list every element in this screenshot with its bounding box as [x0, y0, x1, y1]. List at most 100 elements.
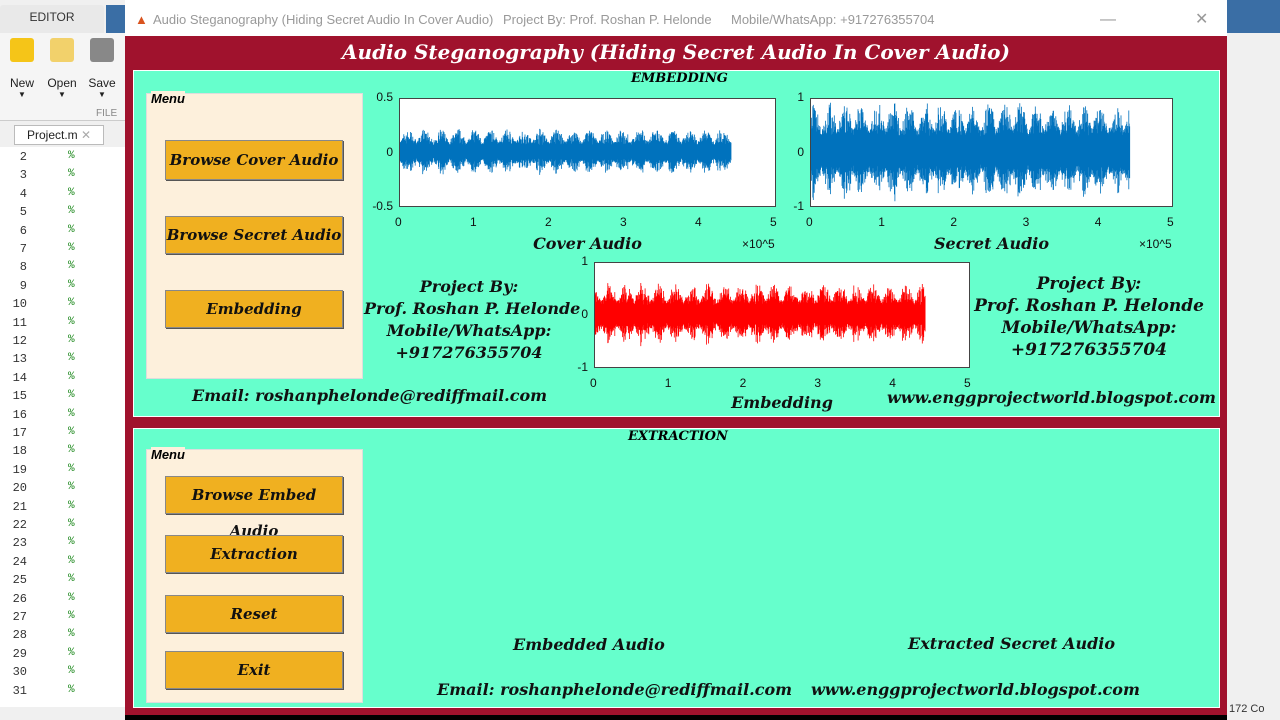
- line-number: 25: [12, 573, 27, 588]
- line-number: 2: [19, 150, 27, 164]
- x-tick-label: 4: [889, 376, 896, 390]
- x-tick-label: 5: [964, 376, 971, 390]
- embedding-plot: [594, 262, 970, 368]
- file-tab[interactable]: Project.m ✕: [14, 125, 104, 145]
- code-comment: %: [68, 573, 75, 586]
- code-comment: %: [68, 481, 75, 494]
- line-number: 21: [12, 499, 27, 514]
- extraction-menu: Menu Browse Embed Audio Extraction Reset…: [146, 447, 363, 703]
- x-tick-label: 0: [590, 376, 597, 390]
- reset-button[interactable]: Reset: [165, 595, 343, 633]
- line-number: 18: [12, 444, 27, 459]
- line-number: 22: [12, 518, 27, 532]
- line-number: 19: [12, 462, 27, 477]
- x-axis-label: Embedding: [731, 393, 833, 412]
- x-tick-label: 4: [695, 215, 702, 229]
- save-button[interactable]: Save ▼: [84, 38, 120, 100]
- open-button[interactable]: Open ▼: [44, 38, 80, 100]
- y-tick-label: -1: [577, 360, 588, 374]
- code-comment: %: [68, 223, 75, 236]
- code-comment: %: [68, 186, 75, 199]
- line-number: 17: [12, 426, 27, 440]
- code-comment: %: [68, 518, 75, 530]
- matlab-background: 172 Co: [1227, 0, 1280, 720]
- code-comment: %: [68, 150, 75, 162]
- embedding-menu: Menu Browse Cover Audio Browse Secret Au…: [146, 91, 363, 379]
- code-gutter: 2% 3% 4% 5% 6% 7% 8% 9% 10% 11% 12% 13% 14% 15% 16% 17%…: [0, 147, 125, 707]
- matlab-icon: ▲: [135, 12, 148, 27]
- close-icon[interactable]: ✕: [81, 128, 91, 142]
- browse-embed-audio-button[interactable]: Browse Embed Audio: [165, 476, 343, 540]
- line-number: 11: [12, 315, 27, 330]
- minimize-button[interactable]: —: [1100, 0, 1116, 40]
- code-comment: %: [68, 462, 75, 475]
- x-tick-label: 2: [739, 376, 747, 390]
- plus-icon: [10, 38, 34, 62]
- embedding-button[interactable]: Embedding: [165, 290, 343, 328]
- panel-title: EXTRACTION: [625, 429, 731, 444]
- extraction-button[interactable]: Extraction: [165, 535, 343, 573]
- embedded-audio-label: Embedded Audio: [513, 635, 665, 654]
- x-tick-label: 2: [950, 215, 958, 229]
- y-tick-label: 0: [386, 144, 393, 159]
- x-axis-label: Cover Audio: [533, 234, 642, 253]
- line-number: 16: [12, 407, 27, 422]
- code-comment: %: [68, 536, 75, 549]
- code-comment: %: [68, 610, 75, 622]
- x-tick-label: 4: [1094, 215, 1102, 229]
- line-number: 26: [12, 591, 27, 606]
- code-comment: %: [68, 205, 75, 218]
- window-project: Project By: Prof. Roshan P. Helonde: [503, 12, 712, 27]
- line-number: 28: [12, 628, 27, 643]
- new-button[interactable]: New ▼: [4, 38, 40, 100]
- line-number: 30: [12, 665, 27, 680]
- exit-button[interactable]: Exit: [165, 651, 343, 689]
- code-comment: %: [68, 242, 75, 254]
- code-comment: %: [68, 278, 75, 291]
- code-comment: %: [68, 352, 75, 365]
- folder-icon: [50, 38, 74, 62]
- x-tick-label: 3: [814, 376, 822, 390]
- y-tick-label: 1: [581, 254, 588, 268]
- waveform-line: [400, 128, 732, 175]
- line-number: 8: [19, 260, 27, 275]
- x-tick-label: 1: [878, 215, 885, 229]
- code-comment: %: [68, 646, 75, 659]
- y-tick-label: 0: [581, 307, 588, 321]
- line-number: 20: [12, 481, 27, 496]
- browse-secret-audio-button[interactable]: Browse Secret Audio: [165, 216, 343, 254]
- window-mobile: Mobile/WhatsApp: +917276355704: [731, 12, 935, 27]
- code-comment: %: [68, 370, 75, 383]
- y-tick-label: -1: [793, 199, 804, 213]
- x-multiplier: ×10^5: [1139, 237, 1172, 251]
- line-number: 6: [19, 223, 27, 238]
- line-number: 12: [12, 334, 27, 348]
- line-number: 9: [19, 278, 27, 293]
- x-tick-label: 1: [470, 215, 477, 229]
- x-tick-label: 0: [806, 215, 813, 229]
- x-tick-label: 3: [620, 215, 627, 229]
- secret-audio-plot: [810, 98, 1173, 207]
- code-comment: %: [68, 554, 75, 567]
- close-button[interactable]: ✕: [1195, 0, 1208, 40]
- y-tick-label: -0.5: [372, 199, 393, 213]
- x-tick-label: 5: [770, 215, 777, 229]
- line-number: 31: [12, 683, 27, 698]
- line-number: 4: [19, 186, 27, 201]
- y-tick-label: 0: [797, 144, 804, 159]
- extraction-panel: EXTRACTION Menu Browse Embed Audio Extra…: [133, 428, 1220, 708]
- x-tick-label: 2: [545, 215, 552, 229]
- line-number: 7: [19, 242, 27, 256]
- tab-other[interactable]: [106, 5, 125, 33]
- matlab-editor: EDITOR New ▼ Open ▼ Save ▼ FILE Project.m ✕…: [0, 0, 125, 720]
- line-number: 24: [12, 554, 27, 569]
- code-comment: %: [68, 683, 75, 696]
- x-tick-label: 0: [395, 215, 402, 229]
- code-comment: %: [68, 389, 75, 402]
- email-text: Email: roshanphelonde@rediffmail.com: [192, 386, 548, 405]
- browse-cover-audio-button[interactable]: Browse Cover Audio: [165, 140, 343, 180]
- extracted-secret-audio-label: Extracted Secret Audio: [908, 634, 1116, 653]
- line-number: 27: [12, 610, 27, 624]
- tab-editor[interactable]: EDITOR: [0, 5, 104, 33]
- x-tick-label: 1: [664, 376, 672, 390]
